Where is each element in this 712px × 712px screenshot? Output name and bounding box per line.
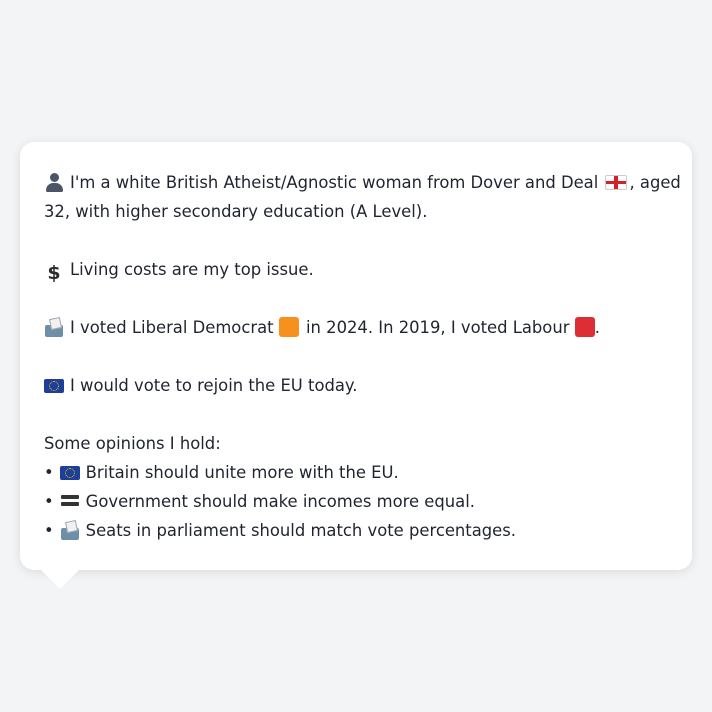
top-issue-line: $ Living costs are my top issue.	[44, 255, 668, 284]
dollar-icon: $	[47, 262, 61, 284]
bullet: •	[44, 463, 54, 482]
eu-flag-icon	[59, 466, 80, 480]
vote-text-2: in 2024. In 2019, I voted Labour	[305, 318, 570, 337]
opinion-text: Government should make incomes more equa…	[85, 492, 475, 511]
eu-flag-icon	[44, 379, 64, 393]
opinion-text: Seats in parliament should match vote pe…	[85, 521, 517, 540]
ballot-box-icon	[44, 317, 64, 337]
intro-text: I'm a white British Atheist/Agnostic wom…	[70, 173, 599, 192]
top-issue-text: Living costs are my top issue.	[70, 260, 314, 279]
red-square-icon	[574, 317, 595, 337]
person-icon	[44, 172, 64, 192]
vote-text-3: .	[594, 318, 600, 337]
persona-card: I'm a white British Atheist/Agnostic wom…	[20, 142, 692, 570]
equals-icon	[60, 491, 80, 511]
england-flag-icon	[605, 175, 628, 190]
opinions-heading: Some opinions I hold:	[44, 434, 221, 453]
intro-line-1: I'm a white British Atheist/Agnostic wom…	[44, 168, 681, 197]
eu-stance-line: I would vote to rejoin the EU today.	[44, 371, 668, 400]
ballot-box-icon	[60, 520, 80, 540]
eu-stance-text: I would vote to rejoin the EU today.	[70, 376, 358, 395]
opinion-text: Britain should unite more with the EU.	[85, 463, 399, 482]
orange-square-icon	[278, 317, 299, 337]
intro-age-text: , aged	[629, 173, 681, 192]
intro-line-2: 32, with higher secondary education (A L…	[44, 202, 428, 221]
bullet: •	[44, 492, 54, 511]
vote-line: I voted Liberal Democrat in 2024. In 201…	[44, 313, 668, 342]
vote-text-1: I voted Liberal Democrat	[70, 318, 274, 337]
opinion-item: • Government should make incomes more equ…	[44, 487, 668, 516]
bullet: •	[44, 521, 54, 540]
opinion-item: • Britain should unite more with the EU.	[44, 458, 668, 487]
opinion-item: • Seats in parliament should match vote p…	[44, 516, 668, 545]
speech-bubble-tail	[40, 569, 80, 589]
